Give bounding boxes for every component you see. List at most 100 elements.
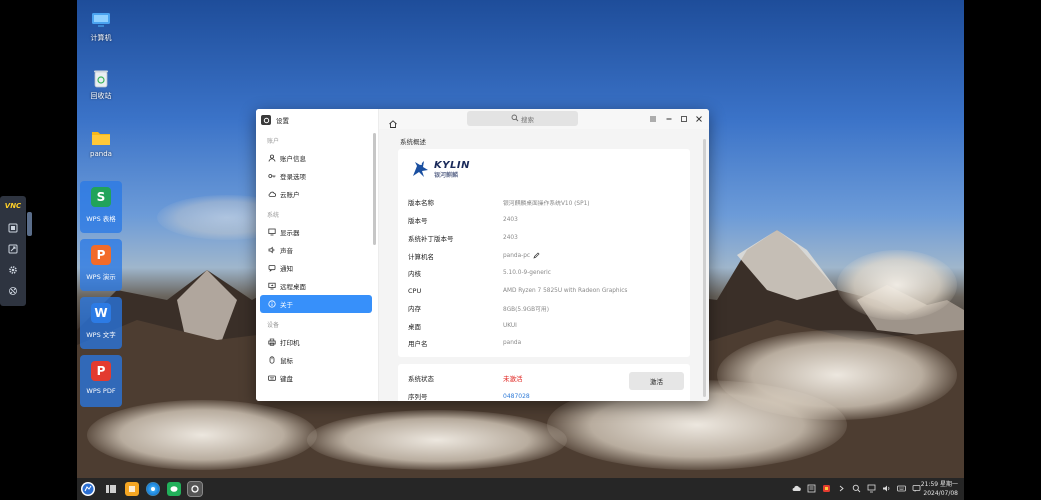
info-key: 版本号 <box>408 217 428 225</box>
keyboard-icon <box>896 485 906 491</box>
sidebar-scrollbar[interactable] <box>373 133 376 245</box>
activation-card: 系统状态 未激活 序列号 0487028 激活 <box>398 364 690 401</box>
trash-icon <box>90 68 112 88</box>
desktop-icon-computer[interactable]: 计算机 <box>78 10 124 43</box>
volume-icon <box>882 485 889 491</box>
sidebar-item[interactable]: 云账户 <box>260 185 372 203</box>
sidebar-item[interactable]: 通知 <box>260 259 372 277</box>
desktop-icon-wps-sheets[interactable]: S WPS 表格 <box>80 181 122 233</box>
info-value: 8GB(5.9GB可用) <box>503 304 549 313</box>
home-button[interactable] <box>388 114 398 128</box>
taskbar-messenger[interactable] <box>167 482 181 496</box>
tray-volume[interactable] <box>881 483 891 493</box>
start-menu-button[interactable] <box>81 482 95 496</box>
notes-icon <box>807 484 815 492</box>
taskbar-clock[interactable]: 21:59 星期一 2024/07/08 <box>921 480 958 498</box>
info-row: 内核 5.10.0-9-generic <box>408 267 678 279</box>
display-icon <box>8 223 18 233</box>
vnc-panel-handle[interactable] <box>27 212 32 236</box>
info-value: AMD Ryzen 7 5825U with Radeon Graphics <box>503 288 627 294</box>
desktop-icon-label: WPS 表格 <box>86 215 116 223</box>
remote-desktop-icon <box>267 282 276 291</box>
desktop-icon-label: WPS 演示 <box>86 273 116 281</box>
menu-icon <box>650 116 656 122</box>
desktop-icon-label: WPS 文字 <box>86 331 116 339</box>
taskbar: 21:59 星期一 2024/07/08 <box>77 478 964 500</box>
edit-icon[interactable] <box>533 252 540 261</box>
tray-expand[interactable] <box>836 483 846 493</box>
wallpaper-cloud <box>307 410 567 470</box>
desktop-icon-folder-panda[interactable]: panda <box>78 127 124 158</box>
info-row: 系统补丁版本号 2403 <box>408 232 678 244</box>
vnc-display-button[interactable] <box>5 220 21 236</box>
search-placeholder: 搜索 <box>521 115 534 124</box>
info-key: 系统补丁版本号 <box>408 235 454 243</box>
message-icon <box>912 484 920 492</box>
multitask-icon <box>106 485 116 493</box>
kylin-start-icon <box>82 483 94 495</box>
desktop-icon-trash[interactable]: 回收站 <box>78 68 124 101</box>
taskbar-browser[interactable] <box>146 482 160 496</box>
vnc-fullscreen-button[interactable] <box>5 241 21 257</box>
settings-sidebar: 设置 账户 账户信息 登录选项 云账户 系统 显示器 声音 通知 远程桌面 关于 设备 打印机 鼠标 键盘 <box>256 109 379 401</box>
desktop-icon-wps-pdf[interactable]: P WPS PDF <box>80 355 122 407</box>
taskbar-multitask-button[interactable] <box>104 482 118 496</box>
info-value-text: 2403 <box>503 217 518 223</box>
status-key: 系统状态 <box>408 375 434 383</box>
desktop-icon-label: 回收站 <box>90 92 112 100</box>
sidebar-group-label: 设备 <box>267 321 280 329</box>
activate-button[interactable]: 激活 <box>629 372 684 390</box>
screen: 计算机 回收站 panda S WPS 表格 P WPS 演示 W WPS 文字 <box>0 0 1041 500</box>
desktop-icon-label: WPS PDF <box>86 387 116 395</box>
sidebar-item[interactable]: 关于 <box>260 295 372 313</box>
tray-notification[interactable] <box>911 483 921 493</box>
info-key: 版本名称 <box>408 199 434 207</box>
close-button[interactable] <box>693 113 705 125</box>
sidebar-item-label: 远程桌面 <box>280 283 306 291</box>
tray-cloud[interactable] <box>791 483 801 493</box>
desktop-icon-label: panda <box>90 150 112 158</box>
tray-search[interactable] <box>851 483 861 493</box>
minimize-button[interactable] <box>663 113 675 125</box>
sidebar-item[interactable]: 声音 <box>260 241 372 259</box>
info-row: 版本号 2403 <box>408 214 678 226</box>
info-row: 计算机名 panda-pc <box>408 250 678 262</box>
sidebar-item-label: 鼠标 <box>280 357 293 365</box>
taskbar-file-manager[interactable] <box>125 482 139 496</box>
desktop-icon-wps-writer[interactable]: W WPS 文字 <box>80 297 122 349</box>
taskbar-settings[interactable] <box>187 481 203 497</box>
cloud-icon <box>792 485 801 491</box>
sidebar-item[interactable]: 登录选项 <box>260 167 372 185</box>
gear-icon <box>9 266 17 274</box>
key-icon <box>267 172 276 181</box>
info-value-text: 2403 <box>503 235 518 241</box>
info-value-text: panda <box>503 340 522 346</box>
tray-input-method[interactable] <box>896 483 906 493</box>
search-input[interactable]: 搜索 <box>467 111 578 126</box>
sidebar-item[interactable]: 账户信息 <box>260 149 372 167</box>
info-row: 版本名称 银河麒麟桌面操作系统V10 (SP1) <box>408 196 678 208</box>
sidebar-item[interactable]: 远程桌面 <box>260 277 372 295</box>
maximize-button[interactable] <box>678 113 690 125</box>
vnc-disconnect-button[interactable] <box>5 283 21 299</box>
vnc-settings-button[interactable] <box>5 262 21 278</box>
search-icon <box>511 114 519 124</box>
sidebar-list: 账户 账户信息 登录选项 云账户 系统 显示器 声音 通知 远程桌面 关于 设备 打印机 鼠标 键盘 <box>256 131 378 387</box>
computer-icon <box>90 10 112 30</box>
sidebar-item[interactable]: 打印机 <box>260 333 372 351</box>
app-tray-icon <box>822 484 830 492</box>
info-row: 用户名 panda <box>408 337 678 349</box>
tray-app[interactable] <box>821 483 831 493</box>
menu-button[interactable] <box>647 113 659 125</box>
tray-notes[interactable] <box>806 483 816 493</box>
desktop-icon-wps-presentation[interactable]: P WPS 演示 <box>80 239 122 291</box>
file-manager-icon <box>129 486 135 492</box>
tray-network[interactable] <box>866 483 876 493</box>
window-topbar: 搜索 <box>379 109 709 129</box>
sidebar-item[interactable]: 显示器 <box>260 223 372 241</box>
info-value: panda-pc <box>503 252 540 261</box>
serial-value[interactable]: 0487028 <box>503 393 530 400</box>
sidebar-item[interactable]: 键盘 <box>260 369 372 387</box>
sidebar-item[interactable]: 鼠标 <box>260 351 372 369</box>
content-scrollbar[interactable] <box>703 139 706 397</box>
